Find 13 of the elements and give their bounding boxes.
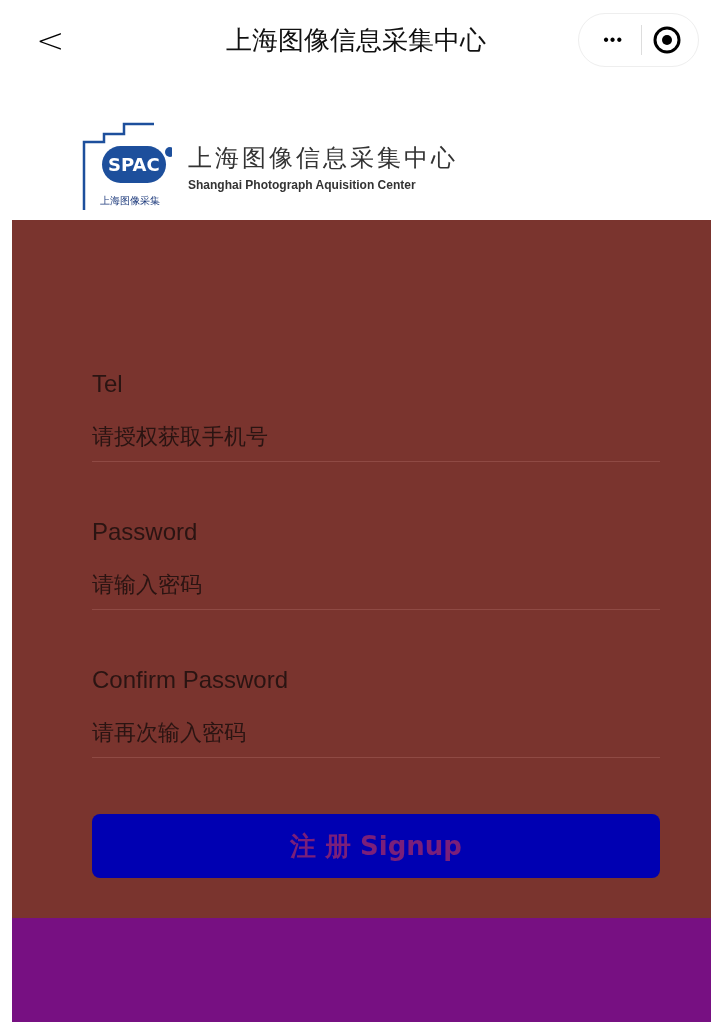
field-label: Tel (92, 370, 124, 398)
more-button[interactable]: ••• (595, 31, 631, 49)
field-label: Password (92, 518, 199, 546)
page-title: 上海图像信息采集中心 (225, 23, 486, 57)
input-field[interactable]: 请输入密码 (92, 546, 660, 609)
logo-emblem: SPAC 上海图像采集 (82, 122, 182, 212)
input-field[interactable]: 请再次输入密码 (92, 694, 660, 757)
back-button[interactable]: < (30, 20, 71, 60)
logo-subtitle: Shanghai Photograph Aquisition Center (188, 178, 417, 192)
logo-name: 上海图像信息采集中心 (188, 143, 458, 174)
close-target-icon[interactable] (652, 25, 682, 55)
field-label: Confirm Password (92, 666, 290, 694)
input-field[interactable]: 请授权获取手机号 (92, 398, 660, 461)
